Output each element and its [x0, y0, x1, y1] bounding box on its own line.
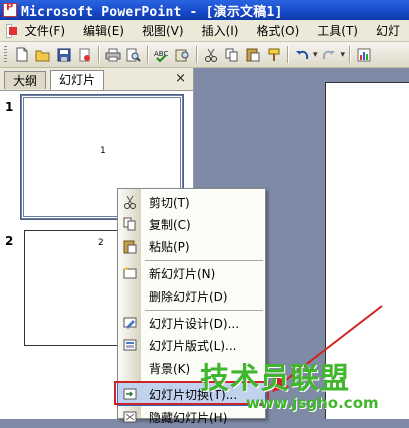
permission-icon[interactable]	[76, 46, 93, 63]
new-slide-icon	[118, 262, 141, 284]
paste-icon	[118, 235, 141, 257]
tab-outline[interactable]: 大纲	[4, 71, 47, 89]
toolbar-separator	[147, 46, 148, 63]
open-icon[interactable]	[34, 46, 51, 63]
insert-chart-icon[interactable]	[355, 46, 372, 63]
menu-file[interactable]: 文件(F)	[16, 22, 74, 39]
save-icon[interactable]	[55, 46, 72, 63]
hide-slide-icon	[118, 406, 141, 428]
menu-item-delete-slide[interactable]: 删除幻灯片(D)	[118, 285, 265, 307]
copy-icon[interactable]	[223, 46, 240, 63]
new-icon[interactable]	[13, 46, 30, 63]
slide-design-icon	[118, 312, 141, 334]
spelling-icon[interactable]: ABC	[153, 46, 170, 63]
redo-icon[interactable]	[321, 46, 338, 63]
menu-item-hide-slide[interactable]: 隐藏幻灯片(H)	[118, 406, 265, 428]
pane-tab-strip: 大纲 幻灯片 ×	[0, 68, 193, 91]
slide-number: 1	[5, 100, 14, 114]
research-icon[interactable]	[174, 46, 191, 63]
paste-icon[interactable]	[244, 46, 261, 63]
menu-bar: 文件(F) 编辑(E) 视图(V) 插入(I) 格式(O) 工具(T) 幻灯	[0, 20, 409, 42]
menu-item-paste[interactable]: 粘贴(P)	[118, 235, 265, 257]
tab-slides[interactable]: 幻灯片	[50, 70, 105, 90]
scissors-icon	[118, 191, 141, 213]
menu-item-label: 幻灯片版式(L)...	[149, 338, 237, 353]
menu-item-label: 隐藏幻灯片(H)	[149, 410, 228, 425]
slide-thumbnail-label: 2	[98, 238, 104, 248]
redo-dropdown-icon[interactable]: ▾	[341, 50, 346, 60]
undo-icon[interactable]	[293, 46, 310, 63]
menu-format[interactable]: 格式(O)	[247, 22, 308, 39]
undo-dropdown-icon[interactable]: ▾	[313, 50, 318, 60]
toolbar-separator	[349, 46, 351, 63]
svg-text:ABC: ABC	[154, 50, 168, 58]
menu-tools[interactable]: 工具(T)	[308, 22, 367, 39]
slide-number: 2	[5, 234, 14, 248]
menu-item-label: 新幻灯片(N)	[149, 266, 216, 281]
menu-item-slide-layout[interactable]: 幻灯片版式(L)...	[118, 334, 265, 356]
menu-edit[interactable]: 编辑(E)	[74, 22, 133, 39]
print-preview-icon[interactable]	[125, 46, 142, 63]
menu-item-label: 删除幻灯片(D)	[149, 289, 228, 304]
menu-item-label: 粘贴(P)	[149, 239, 190, 254]
close-icon[interactable]: ×	[175, 71, 186, 86]
watermark-url: www.jsgho.com	[246, 394, 379, 412]
menu-separator	[145, 310, 263, 311]
menu-item-copy[interactable]: 复制(C)	[118, 213, 265, 235]
document-icon[interactable]	[6, 23, 17, 38]
standard-toolbar: ABC ▾ ▾	[0, 42, 409, 68]
menu-item-label: 剪切(T)	[149, 195, 190, 210]
watermark-logo: 技术员联盟	[200, 361, 351, 395]
powerpoint-app-icon[interactable]	[3, 2, 17, 17]
print-icon[interactable]	[104, 46, 121, 63]
menu-item-slide-design[interactable]: 幻灯片设计(D)...	[118, 312, 265, 334]
copy-icon	[118, 213, 141, 235]
slide-thumbnail-label: 1	[100, 146, 106, 156]
menu-separator	[145, 260, 263, 261]
slide-layout-icon	[118, 334, 141, 356]
toolbar-separator	[98, 46, 99, 63]
menu-item-label: 幻灯片设计(D)...	[149, 316, 240, 331]
format-painter-icon[interactable]	[265, 46, 282, 63]
toolbar-separator	[196, 46, 197, 63]
menu-item-label: 背景(K)	[149, 361, 191, 376]
menu-slideshow[interactable]: 幻灯	[367, 22, 409, 39]
blank-icon	[118, 285, 141, 307]
menu-item-label: 复制(C)	[149, 217, 191, 232]
blank-icon	[118, 357, 141, 379]
toolbar-separator	[287, 46, 288, 63]
window-title: Microsoft PowerPoint - [演示文稿1]	[21, 4, 283, 20]
menu-insert[interactable]: 插入(I)	[193, 22, 248, 39]
menu-view[interactable]: 视图(V)	[133, 22, 193, 39]
cut-icon[interactable]	[202, 46, 219, 63]
title-bar[interactable]: Microsoft PowerPoint - [演示文稿1]	[0, 0, 409, 20]
toolbar-grip[interactable]	[4, 46, 7, 63]
menu-item-cut[interactable]: 剪切(T)	[118, 191, 265, 213]
menu-item-new-slide[interactable]: 新幻灯片(N)	[118, 262, 265, 284]
